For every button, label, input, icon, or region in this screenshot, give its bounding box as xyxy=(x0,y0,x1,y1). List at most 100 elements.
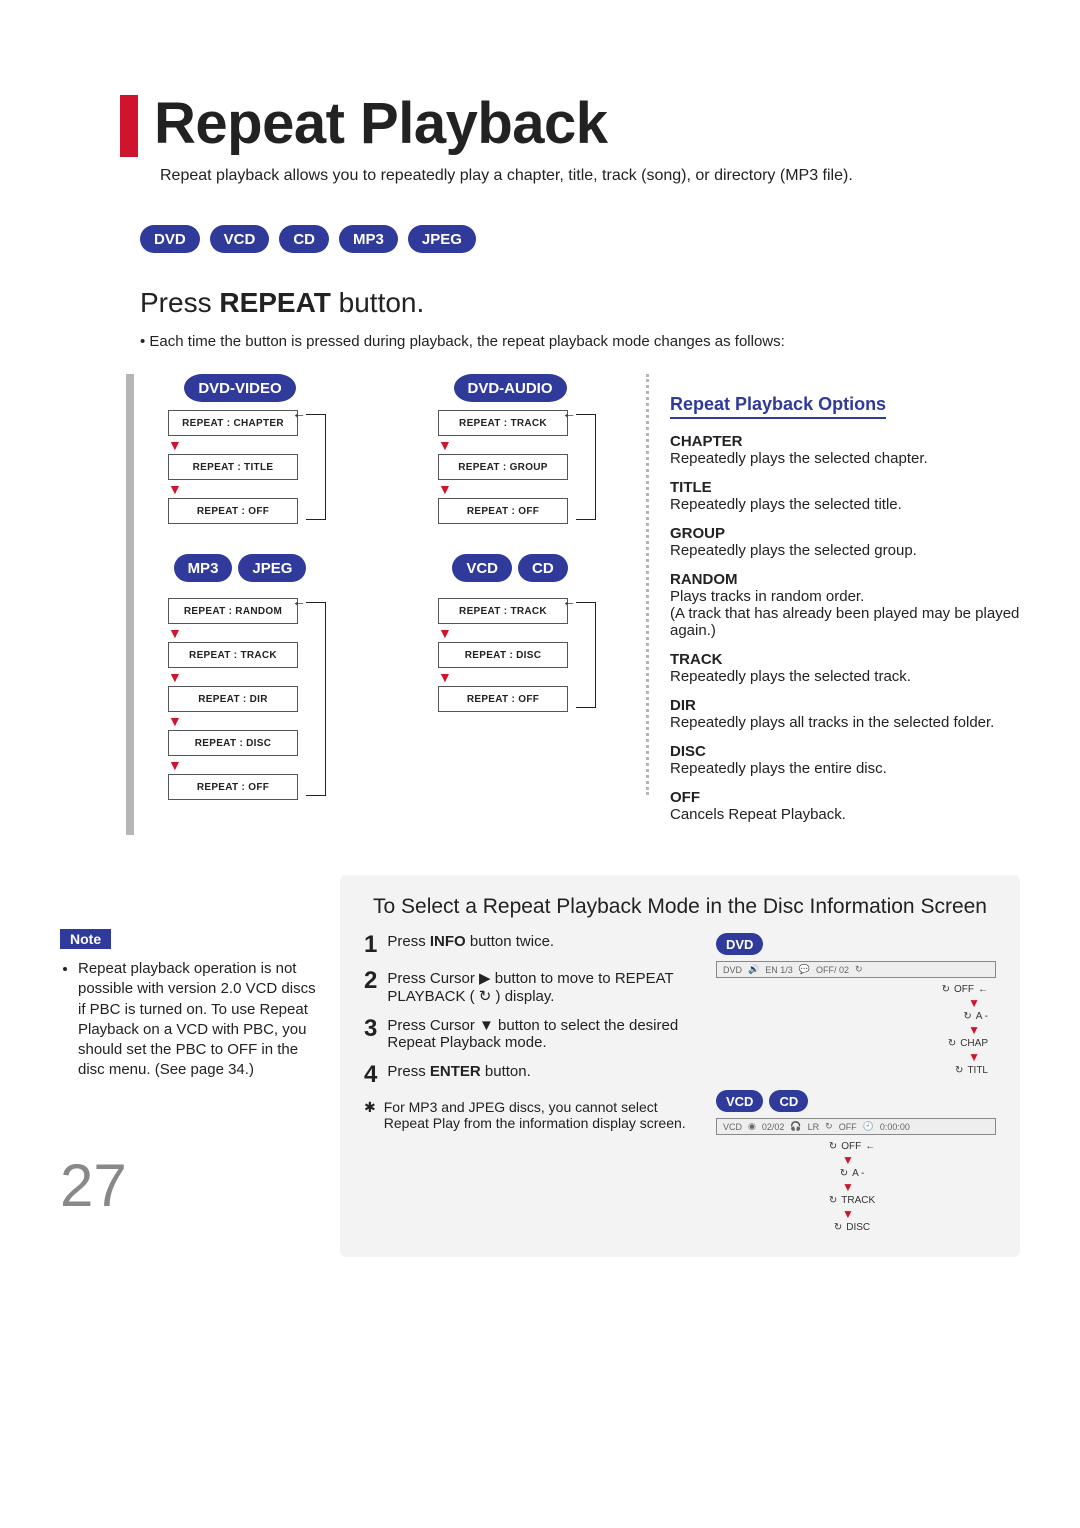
disc-icon: ◉ xyxy=(748,1121,756,1132)
page-number: 27 xyxy=(60,1151,320,1220)
mini-pill-dvd: DVD xyxy=(716,933,763,955)
flow-dvd-video: DVD-VIDEO REPEAT : CHAPTER ▼ REPEAT : TI… xyxy=(140,374,340,524)
left-arrow-icon: ← xyxy=(865,1141,875,1152)
repeat-icon: ↻ xyxy=(963,1011,971,1022)
repeat-icon: ↻ xyxy=(942,984,950,995)
flow-pill-cd: CD xyxy=(518,554,568,582)
step-number: 4 xyxy=(364,1063,377,1087)
flow-box: REPEAT : TITLE xyxy=(168,454,298,480)
flow-box: REPEAT : TRACK xyxy=(168,642,298,668)
page-title: Repeat Playback xyxy=(154,90,608,157)
format-pill-cd: CD xyxy=(279,225,329,253)
loop-back-arrow-icon xyxy=(306,414,326,520)
diagram-area: DVD-VIDEO REPEAT : CHAPTER ▼ REPEAT : TI… xyxy=(140,374,1020,835)
repeat-icon: ↻ xyxy=(955,1065,963,1076)
step-item: 2 Press Cursor ▶ button to move to REPEA… xyxy=(364,969,700,1005)
page-subtitle: Repeat playback allows you to repeatedly… xyxy=(160,167,1020,185)
press-repeat-pre: Press xyxy=(140,287,219,318)
option-item: CHAPTERRepeatedly plays the selected cha… xyxy=(670,433,1020,467)
flow-pill-dvd-video: DVD-VIDEO xyxy=(184,374,295,402)
dvd-info-strip: DVD 🔊 EN 1/3 💬 OFF/ 02 ↻ xyxy=(716,961,996,978)
footnote: ✱ For MP3 and JPEG discs, you cannot sel… xyxy=(364,1099,700,1131)
format-pill-jpeg: JPEG xyxy=(408,225,476,253)
step-number: 1 xyxy=(364,933,377,957)
step-item: 3 Press Cursor ▼ button to select the de… xyxy=(364,1017,700,1051)
option-item: DIRRepeatedly plays all tracks in the se… xyxy=(670,697,1020,731)
repeat-icon: ↻ xyxy=(825,1121,833,1132)
down-arrow-icon: ▼ xyxy=(168,482,298,496)
audio-icon: 🔊 xyxy=(748,964,759,975)
down-arrow-icon: ▼ xyxy=(168,714,298,728)
option-item: GROUPRepeatedly plays the selected group… xyxy=(670,525,1020,559)
flow-vcd-cd: VCD CD REPEAT : TRACK ▼ REPEAT : DISC ▼ … xyxy=(410,554,610,800)
option-item: TRACKRepeatedly plays the selected track… xyxy=(670,651,1020,685)
flow-box: REPEAT : RANDOM xyxy=(168,598,298,624)
press-repeat-post: button. xyxy=(331,287,424,318)
flow-box: REPEAT : OFF xyxy=(438,498,568,524)
manual-page: Repeat Playback Repeat playback allows y… xyxy=(0,0,1080,1528)
option-item: RANDOMPlays tracks in random order. (A t… xyxy=(670,571,1020,639)
repeat-icon: ↻ xyxy=(840,1168,848,1179)
down-arrow-icon: ▼ xyxy=(168,438,298,452)
footnote-star-icon: ✱ xyxy=(364,1099,376,1131)
flow-box: REPEAT : OFF xyxy=(438,686,568,712)
flow-box: REPEAT : DIR xyxy=(168,686,298,712)
format-pill-mp3: MP3 xyxy=(339,225,398,253)
left-arrow-icon: ← xyxy=(978,984,988,995)
note-text: Repeat playback operation is not possibl… xyxy=(78,959,320,1081)
flow-box: REPEAT : OFF xyxy=(168,774,298,800)
down-arrow-icon: ▼ xyxy=(168,626,298,640)
options-heading: Repeat Playback Options xyxy=(670,394,886,419)
press-repeat-strong: REPEAT xyxy=(219,287,331,318)
flow-pill-dvd-audio: DVD-AUDIO xyxy=(454,374,567,402)
page-title-row: Repeat Playback xyxy=(120,90,1020,157)
title-accent-bar xyxy=(120,95,138,157)
option-item: DISCRepeatedly plays the entire disc. xyxy=(670,743,1020,777)
headphones-icon: 🎧 xyxy=(790,1121,801,1132)
repeat-icon: ↻ xyxy=(855,964,863,975)
flow-box: REPEAT : OFF xyxy=(168,498,298,524)
flow-box: REPEAT : CHAPTER xyxy=(168,410,298,436)
flow-pill-jpeg: JPEG xyxy=(238,554,306,582)
repeat-icon: ↻ xyxy=(829,1141,837,1152)
mini-pill-cd: CD xyxy=(769,1090,808,1112)
press-repeat-note: • Each time the button is pressed during… xyxy=(140,333,1020,350)
main-section: Press REPEAT button. • Each time the but… xyxy=(60,267,1020,835)
info-screen-panel: To Select a Repeat Playback Mode in the … xyxy=(340,875,1020,1257)
clock-icon: 🕘 xyxy=(863,1121,874,1132)
flow-diagrams: DVD-VIDEO REPEAT : CHAPTER ▼ REPEAT : TI… xyxy=(140,374,610,835)
repeat-icon: ↻ xyxy=(829,1195,837,1206)
flow-box: REPEAT : TRACK xyxy=(438,410,568,436)
flow-box: REPEAT : TRACK xyxy=(438,598,568,624)
press-repeat-heading: Press REPEAT button. xyxy=(140,287,1020,319)
step-number: 2 xyxy=(364,969,377,1005)
bottom-area: Note Repeat playback operation is not po… xyxy=(60,875,1020,1257)
vcd-info-strip: VCD ◉ 02/02 🎧 LR ↻ OFF 🕘 0:00:00 xyxy=(716,1118,996,1135)
flow-box: REPEAT : DISC xyxy=(168,730,298,756)
note-badge: Note xyxy=(60,929,111,949)
step-item: 4 Press ENTER button. xyxy=(364,1063,700,1087)
vcd-repeat-tree: ↻OFF ← ▼ ↻A - ▼ ↻TRACK ▼ ↻DISC xyxy=(716,1141,996,1233)
mini-pill-vcd: VCD xyxy=(716,1090,763,1112)
options-column: Repeat Playback Options CHAPTERRepeatedl… xyxy=(646,374,1020,835)
flow-mp3-jpeg: MP3 JPEG REPEAT : RANDOM ▼ REPEAT : TRAC… xyxy=(140,554,340,800)
step-item: 1 Press INFO button twice. xyxy=(364,933,700,957)
down-arrow-icon: ▼ xyxy=(438,482,568,496)
repeat-icon: ↻ xyxy=(948,1038,956,1049)
flow-dvd-audio: DVD-AUDIO REPEAT : TRACK ▼ REPEAT : GROU… xyxy=(410,374,610,524)
down-arrow-icon: ▼ xyxy=(438,438,568,452)
dvd-repeat-tree: ↻OFF ← ▼ ↻A - ▼ ↻CHAP ▼ ↻TITL xyxy=(716,984,996,1076)
down-arrow-icon: ▼ xyxy=(168,670,298,684)
dotted-divider xyxy=(646,374,649,795)
note-column: Note Repeat playback operation is not po… xyxy=(60,875,320,1257)
flow-box: REPEAT : DISC xyxy=(438,642,568,668)
info-screen-title: To Select a Repeat Playback Mode in the … xyxy=(364,895,996,919)
repeat-icon: ↻ xyxy=(479,988,492,1005)
left-grey-bar xyxy=(126,374,134,835)
loop-back-arrow-icon xyxy=(306,602,326,796)
option-item: OFFCancels Repeat Playback. xyxy=(670,789,1020,823)
down-arrow-icon: ▼ xyxy=(168,758,298,772)
down-arrow-icon: ▼ xyxy=(438,670,568,684)
format-pill-row: DVD VCD CD MP3 JPEG xyxy=(140,225,1020,253)
format-pill-dvd: DVD xyxy=(140,225,200,253)
